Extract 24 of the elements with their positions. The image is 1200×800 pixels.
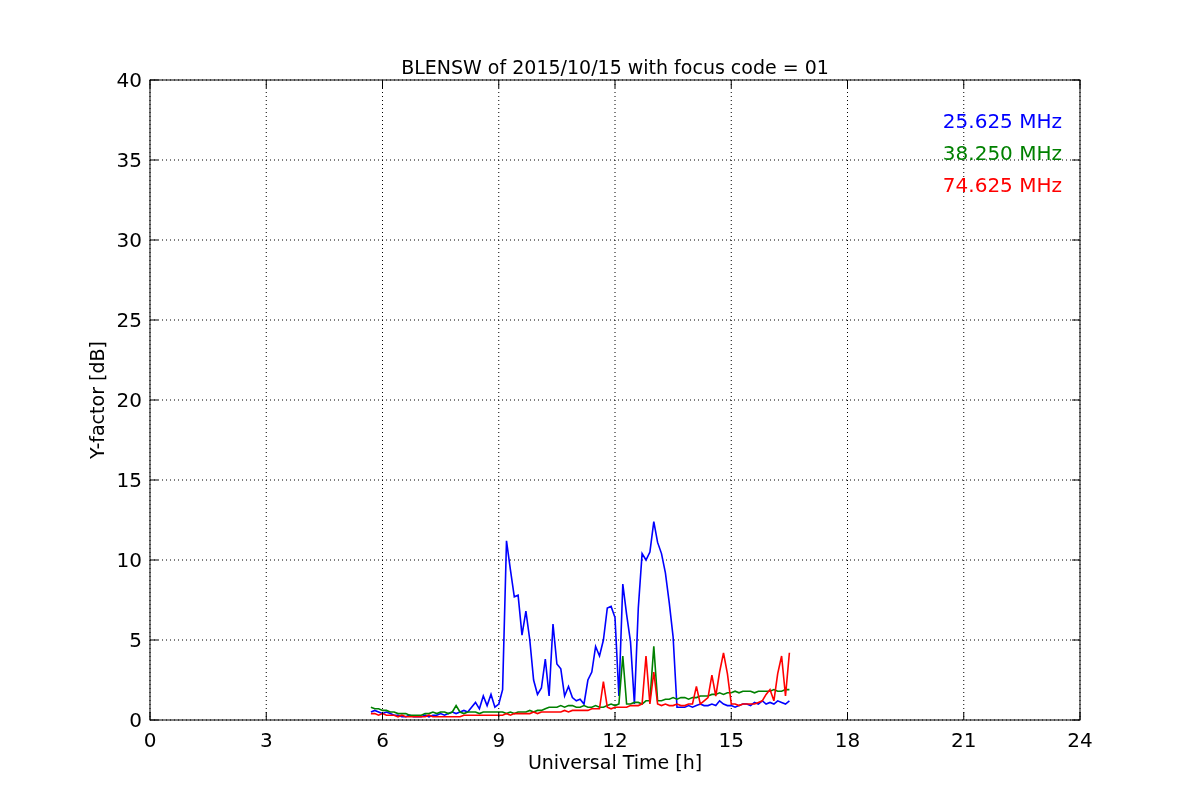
x-tick-label: 21 (951, 728, 977, 752)
chart-title: BLENSW of 2015/10/15 with focus code = 01 (401, 56, 829, 78)
y-tick-label: 15 (116, 468, 142, 492)
y-tick-label: 35 (116, 148, 142, 172)
y-tick-label: 10 (116, 548, 142, 572)
y-tick-label: 30 (116, 228, 142, 252)
x-tick-label: 24 (1067, 728, 1093, 752)
y-tick-label: 40 (116, 68, 142, 92)
y-tick-label: 20 (116, 388, 142, 412)
x-tick-label: 0 (143, 728, 157, 752)
legend-label: 74.625 MHz (942, 173, 1062, 197)
y-axis-label: Y-factor [dB] (86, 341, 108, 459)
x-tick-label: 18 (834, 728, 861, 752)
x-tick-label: 12 (602, 728, 628, 752)
legend-label: 38.250 MHz (942, 141, 1062, 165)
legend-label: 25.625 MHz (942, 109, 1062, 133)
x-tick-label: 15 (718, 728, 744, 752)
x-axis-label: Universal Time [h] (527, 751, 703, 773)
x-tick-label: 3 (259, 728, 273, 752)
y-tick-label: 25 (116, 308, 142, 332)
y-tick-label: 0 (129, 708, 142, 732)
y-tick-label: 5 (129, 628, 142, 652)
x-tick-label: 9 (492, 728, 506, 752)
x-tick-label: 6 (376, 728, 389, 752)
